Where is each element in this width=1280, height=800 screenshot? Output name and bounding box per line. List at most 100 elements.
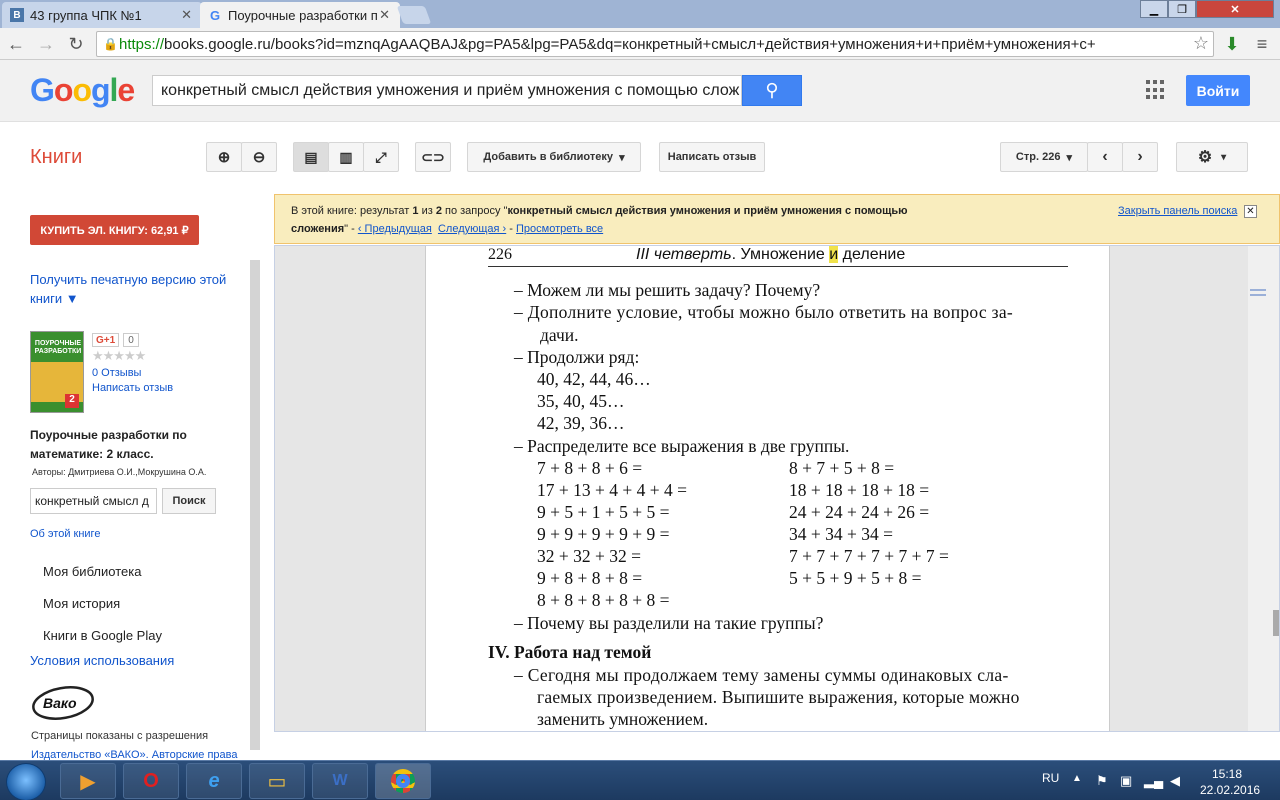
expression: 7 + 7 + 7 + 7 + 7 + 7 =	[789, 546, 949, 566]
text-line: – Распределите все выражения в две групп…	[514, 436, 850, 456]
menu-icon[interactable]: ≡	[1250, 32, 1274, 56]
book-page: 226 III четверть. Умножение и деление – …	[425, 246, 1110, 731]
signal-icon[interactable]: ▂▄	[1144, 773, 1163, 789]
language-indicator[interactable]: RU	[1042, 771, 1059, 785]
login-button[interactable]: Войти	[1186, 75, 1250, 106]
write-review-link[interactable]: Написать отзыв	[92, 382, 173, 394]
fullscreen-icon[interactable]: ⤢	[363, 142, 399, 172]
menu-my-library[interactable]: Моя библиотека	[43, 564, 141, 579]
cover-title: ПОУРОЧНЫЕ РАЗРАБОТКИ	[34, 340, 82, 355]
lock-icon: 🔒	[103, 37, 118, 51]
back-icon[interactable]: ←	[4, 32, 28, 56]
new-tab-button[interactable]	[396, 6, 432, 24]
vk-icon: B	[10, 8, 24, 22]
settings-gear-icon[interactable]: ⚙ ▾	[1176, 142, 1248, 172]
download-icon[interactable]: ⬇	[1220, 32, 1244, 56]
search-results-panel: В этой книге: результат 1 из 2 по запрос…	[274, 194, 1280, 244]
chrome-icon[interactable]	[375, 763, 431, 799]
books-section-title[interactable]: Книги	[30, 146, 82, 169]
buy-ebook-button[interactable]: КУПИТЬ ЭЛ. КНИГУ: 62,91 ₽	[30, 215, 199, 245]
search-hit-marker	[1250, 289, 1266, 296]
page-header: III четверть. Умножение и деление	[636, 246, 906, 263]
apps-grid-icon[interactable]	[1146, 80, 1166, 100]
google-logo[interactable]: Google	[30, 72, 135, 109]
tab-google-books[interactable]: G Поурочные разработки п ✕	[200, 2, 400, 28]
pages-permission-text: Страницы показаны с разрешения	[31, 730, 209, 742]
tab-title: 43 группа ЧПК №1	[30, 7, 142, 23]
search-button[interactable]: ⚲	[742, 75, 802, 106]
zoom-out-icon[interactable]: ⊖	[241, 142, 277, 172]
close-icon[interactable]: ✕	[1244, 205, 1257, 218]
text-line: – Почему вы разделили на такие группы?	[514, 613, 824, 633]
media-player-icon[interactable]: ▶	[60, 763, 116, 799]
scrollbar-thumb[interactable]	[1273, 610, 1279, 636]
two-page-icon[interactable]: ▥	[328, 142, 364, 172]
expression: 32 + 32 + 32 =	[537, 546, 641, 566]
address-row: ← → ↻ 🔒 https://books.google.ru/books?id…	[0, 28, 1280, 60]
print-version-link[interactable]: Получить печатную версию этой книги ▼	[30, 270, 240, 308]
header-rule	[488, 266, 1068, 267]
forward-icon[interactable]: →	[34, 32, 58, 56]
window-close-button[interactable]: ✕	[1196, 0, 1274, 18]
sidebar-scrollbar[interactable]	[250, 260, 260, 750]
opera-icon[interactable]: O	[123, 763, 179, 799]
menu-google-play-books[interactable]: Книги в Google Play	[43, 628, 162, 643]
search-result-line: В этой книге: результат 1 из 2 по запрос…	[291, 205, 908, 217]
viewer-scrollbar[interactable]	[1248, 246, 1279, 731]
search-input[interactable]: конкретный смысл действия умножения и пр…	[152, 75, 742, 106]
address-bar[interactable]: 🔒 https://books.google.ru/books?id=mznqA…	[96, 31, 1214, 57]
expression: 5 + 5 + 9 + 5 + 8 =	[789, 568, 922, 588]
network-icon[interactable]: ▣	[1120, 773, 1132, 789]
flag-icon[interactable]: ⚑	[1096, 773, 1108, 789]
tab-vk[interactable]: B 43 группа ЧПК №1 ✕	[2, 2, 202, 28]
volume-icon[interactable]: ◀	[1170, 773, 1180, 789]
word-icon[interactable]: W	[312, 763, 368, 799]
next-page-icon[interactable]: ›	[1122, 142, 1158, 172]
vako-logo[interactable]: Вако	[31, 684, 95, 722]
next-result-link[interactable]: Следующая ›	[438, 223, 506, 235]
prev-result-link[interactable]: ‹ Предыдущая	[358, 223, 432, 235]
in-book-search-input[interactable]: конкретный смысл д	[30, 488, 157, 514]
terms-link[interactable]: Условия использования	[30, 653, 174, 668]
about-book-link[interactable]: Об этой книге	[30, 528, 100, 540]
text-line: заменить умножением.	[537, 709, 709, 729]
cover-grade: 2	[65, 394, 79, 408]
gplus-widget[interactable]: G+1 0	[92, 333, 139, 347]
close-search-panel-link[interactable]: Закрыть панель поиска	[1118, 205, 1237, 217]
search-nav-line: сложения" - ‹ Предыдущая Следующая › - П…	[291, 223, 604, 235]
book-viewer: 226 III четверть. Умножение и деление – …	[274, 245, 1280, 732]
clock[interactable]: 15:18 22.02.2016	[1200, 766, 1260, 798]
star-icon[interactable]: ☆	[1192, 33, 1209, 54]
single-page-icon[interactable]: ▤	[293, 142, 329, 172]
link-icon[interactable]: ⊂⊃	[415, 142, 451, 172]
text-line: дачи.	[540, 325, 579, 345]
add-to-library-button[interactable]: Добавить в библиотеку ▾	[467, 142, 641, 172]
file-explorer-icon[interactable]: ▭	[249, 763, 305, 799]
close-icon[interactable]: ✕	[181, 7, 192, 23]
tab-title: Поурочные разработки п	[228, 7, 378, 23]
book-cover[interactable]: ПОУРОЧНЫЕ РАЗРАБОТКИ 2	[30, 331, 84, 413]
reviews-count-link[interactable]: 0 Отзывы	[92, 367, 141, 379]
expression: 8 + 8 + 8 + 8 + 8 =	[537, 590, 670, 610]
in-book-search-button[interactable]: Поиск	[162, 488, 216, 514]
tray-arrow-icon[interactable]: ▲	[1072, 773, 1082, 784]
expression: 9 + 9 + 9 + 9 + 9 =	[537, 524, 670, 544]
close-icon[interactable]: ✕	[379, 7, 390, 23]
text-line: 40, 42, 44, 46…	[537, 369, 651, 389]
page-select[interactable]: Стр. 226 ▾	[1000, 142, 1088, 172]
minimize-button[interactable]: ▁	[1140, 0, 1168, 18]
view-all-link[interactable]: Просмотреть все	[516, 223, 603, 235]
reload-icon[interactable]: ↻	[64, 32, 88, 56]
maximize-button[interactable]: ❐	[1168, 0, 1196, 18]
books-toolbar: Книги ⊕ ⊖ ▤ ▥ ⤢ ⊂⊃ Добавить в библиотеку…	[0, 122, 1280, 194]
write-review-button[interactable]: Написать отзыв	[659, 142, 765, 172]
text-line: 42, 39, 36…	[537, 413, 625, 433]
prev-page-icon[interactable]: ‹	[1087, 142, 1123, 172]
start-button[interactable]	[6, 763, 46, 800]
text-line: 35, 40, 45…	[537, 391, 625, 411]
text-line: – Дополните условие, чтобы можно было от…	[514, 302, 1014, 322]
expression: 24 + 24 + 24 + 26 =	[789, 502, 930, 522]
zoom-in-icon[interactable]: ⊕	[206, 142, 242, 172]
menu-my-history[interactable]: Моя история	[43, 596, 120, 611]
internet-explorer-icon[interactable]: e	[186, 763, 242, 799]
